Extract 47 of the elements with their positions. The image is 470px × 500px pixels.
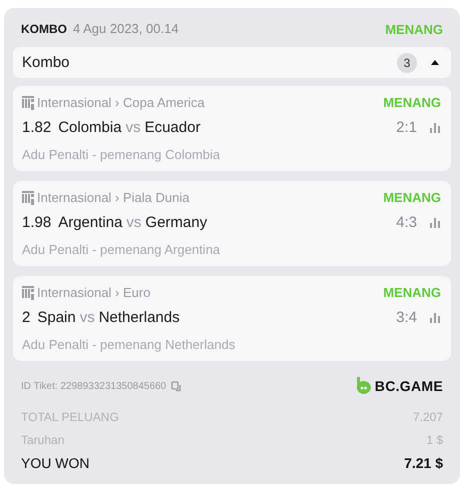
- vs-label: vs: [126, 214, 142, 231]
- combo-header[interactable]: Kombo 3: [13, 47, 451, 78]
- stats-icon[interactable]: [429, 217, 441, 228]
- status-label: MENANG: [383, 190, 441, 205]
- summary-label: Taruhan: [21, 432, 64, 446]
- market-label: Adu Penalti - pemenang Colombia: [22, 147, 222, 162]
- status-label: MENANG: [383, 285, 441, 300]
- caret-icon[interactable]: [431, 60, 439, 65]
- copy-icon[interactable]: [171, 380, 182, 392]
- brand-logo-icon: [356, 377, 371, 395]
- odds-value: 1.98: [22, 214, 52, 231]
- summary-value: 7.21 $: [404, 454, 443, 470]
- bet-date: 4 Agu 2023, 00.14: [73, 21, 179, 36]
- fifa-icon: [22, 190, 34, 204]
- fifa-icon: [22, 96, 34, 110]
- summary-value: 7.207: [412, 410, 443, 424]
- odds-value: 1.82: [22, 119, 52, 136]
- match-score: 2:1: [396, 119, 417, 136]
- fifa-icon: [22, 286, 34, 300]
- combo-label: Kombo: [22, 54, 70, 71]
- home-team: Argentina: [58, 214, 122, 231]
- status-label: MENANG: [383, 95, 441, 110]
- away-team: Germany: [145, 214, 208, 231]
- odds-value: 2: [22, 309, 30, 326]
- market-label: Adu Penalti - pemenang Argentina: [22, 242, 222, 257]
- summary-label: TOTAL PELUANG: [21, 410, 119, 424]
- count-badge: 3: [397, 52, 417, 72]
- brand-name: BC.GAME: [374, 378, 443, 394]
- away-team: Netherlands: [98, 309, 180, 326]
- ticket-id: ID Tiket: 2298933231350845660: [21, 380, 166, 392]
- match-score: 3:4: [396, 309, 417, 326]
- summary-value: 1 $: [426, 432, 443, 446]
- league-path[interactable]: Internasional › Copa America: [37, 95, 205, 110]
- stats-icon[interactable]: [429, 122, 441, 133]
- stats-icon[interactable]: [429, 312, 441, 323]
- away-team: Ecuador: [144, 119, 200, 136]
- home-team: Colombia: [58, 119, 122, 136]
- status-label: MENANG: [385, 22, 443, 36]
- league-path[interactable]: Internasional › Piala Dunia: [37, 190, 190, 205]
- match-score: 4:3: [396, 214, 417, 231]
- home-team: Spain: [37, 309, 76, 326]
- market-label: Adu Penalti - pemenang Netherlands: [22, 337, 236, 352]
- bet-type: KOMBO: [21, 22, 67, 36]
- summary-label: YOU WON: [21, 454, 90, 470]
- vs-label: vs: [80, 309, 95, 326]
- league-path[interactable]: Internasional › Euro: [37, 285, 150, 300]
- vs-label: vs: [126, 119, 141, 136]
